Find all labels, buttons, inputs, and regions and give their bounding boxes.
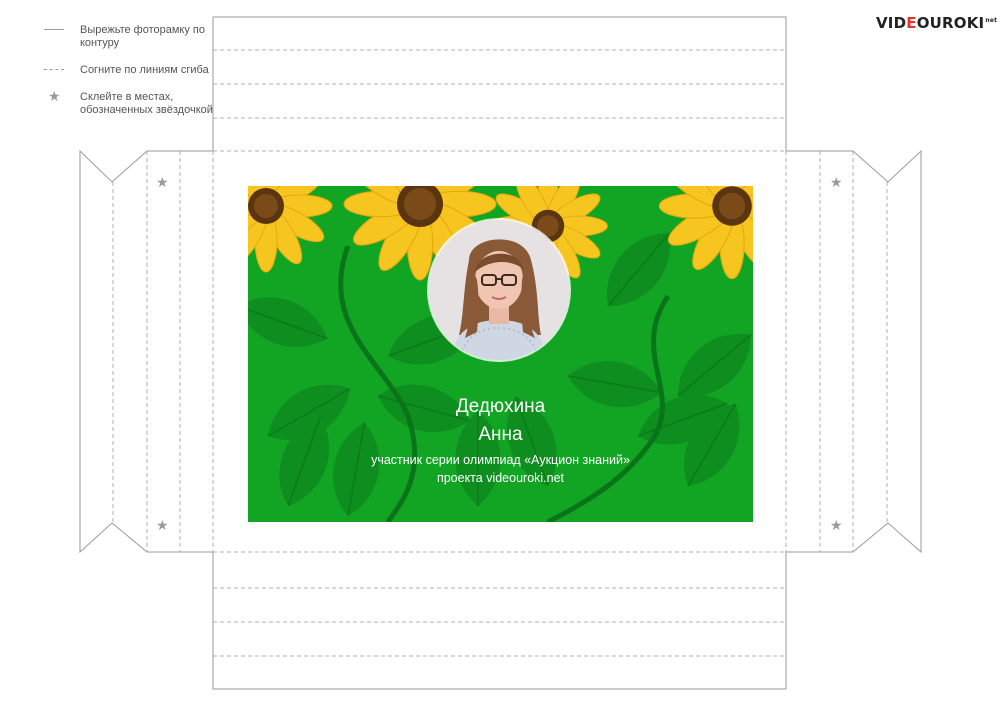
star-icon: ★: [156, 175, 169, 191]
participant-last-name: Дедюхина: [455, 396, 546, 417]
participant-first-name: Анна: [478, 424, 523, 445]
portrait-photo: [429, 220, 569, 360]
star-icon: ★: [830, 175, 843, 191]
certificate-card: Дедюхина Анна участник серии олимпиад «А…: [248, 186, 753, 522]
star-icon: ★: [156, 518, 169, 534]
caption-line-2: проекта videouroki.net: [436, 471, 565, 485]
star-icon: ★: [830, 518, 843, 534]
person-avatar-icon: [429, 220, 569, 360]
caption-line-1: участник серии олимпиад «Аукцион знаний»: [371, 453, 630, 467]
